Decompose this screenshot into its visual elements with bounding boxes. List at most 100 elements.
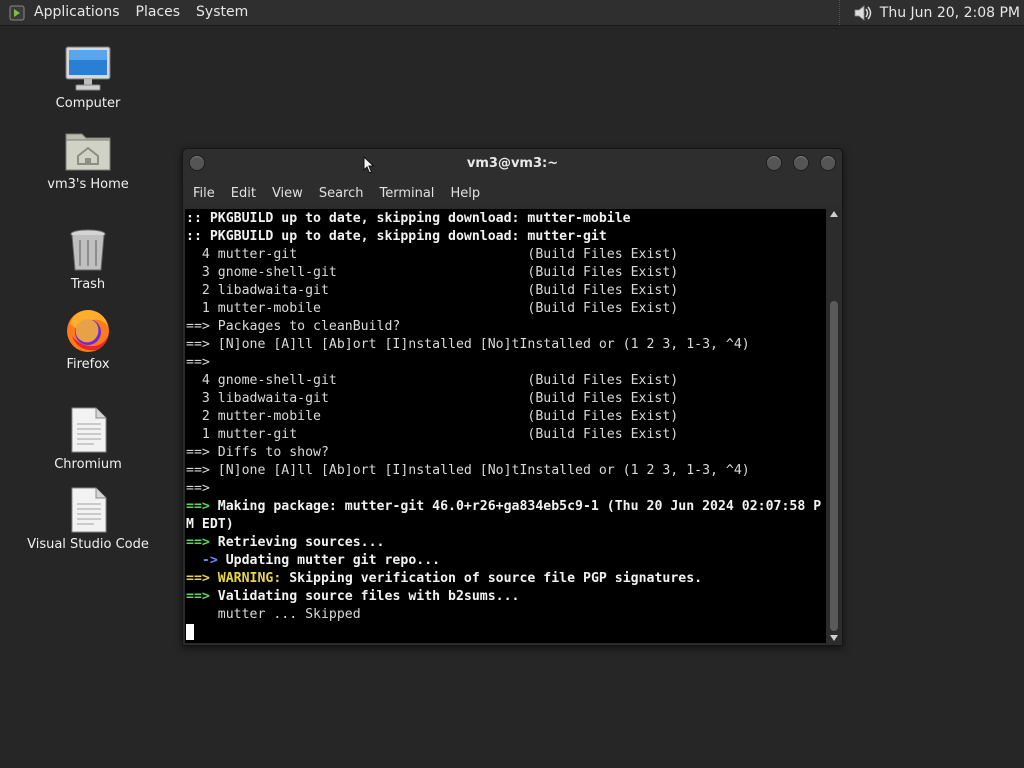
applications-menu[interactable]: Applications xyxy=(26,0,128,25)
minimize-icon[interactable] xyxy=(766,155,782,171)
terminal-line: 2 mutter-mobile (Build Files Exist) xyxy=(186,408,826,426)
desktop-icon-vscode[interactable]: Visual Studio Code xyxy=(18,486,158,552)
document-icon xyxy=(71,487,107,533)
desktop-icon-label: Trash xyxy=(70,277,106,292)
terminal-text-segment: Making package: mutter-git 46.0+r26+ga83… xyxy=(209,499,822,514)
terminal-text-segment: ==> xyxy=(186,571,210,586)
terminal-text-segment: ==> xyxy=(186,589,210,604)
terminal-line: 1 mutter-mobile (Build Files Exist) xyxy=(186,300,826,318)
terminal-text: :: PKGBUILD up to date, skipping downloa… xyxy=(185,209,826,642)
terminal-text-segment: 4 mutter-git (Build Files Exist) xyxy=(186,247,679,262)
terminal-text-segment: 2 libadwaita-git (Build Files Exist) xyxy=(186,283,679,298)
home-folder-icon xyxy=(65,133,111,171)
terminal-menubar: File Edit View Search Terminal Help xyxy=(183,179,842,207)
text-cursor xyxy=(186,624,194,640)
terminal-line: ==> Packages to cleanBuild? xyxy=(186,318,826,336)
terminal-text-segment: Updating mutter git repo... xyxy=(217,553,441,568)
terminal-line: 4 mutter-git (Build Files Exist) xyxy=(186,246,826,264)
terminal-text-segment: mutter ... Skipped xyxy=(186,607,361,622)
terminal-line: ==> [N]one [A]ll [Ab]ort [I]nstalled [No… xyxy=(186,336,826,354)
terminal-line: ==> Validating source files with b2sums.… xyxy=(186,588,826,606)
terminal-text-segment: :: PKGBUILD up to date, skipping downloa… xyxy=(186,211,631,226)
scroll-down-arrow-icon[interactable] xyxy=(830,635,838,641)
trash-icon xyxy=(70,229,106,271)
menu-search[interactable]: Search xyxy=(313,186,371,201)
menu-help[interactable]: Help xyxy=(444,186,487,201)
clock[interactable]: Thu Jun 20, 2:08 PM xyxy=(880,5,1020,21)
terminal-scrollbar[interactable] xyxy=(828,209,840,643)
terminal-text-segment: M EDT) xyxy=(186,517,234,532)
terminal-text-segment: Skipping verification of source file PGP… xyxy=(281,571,703,586)
window-title: vm3@vm3:~ xyxy=(466,156,559,171)
desktop-icon-firefox[interactable]: Firefox xyxy=(18,306,158,372)
desktop-icon-label: vm3's Home xyxy=(47,177,129,192)
scroll-up-arrow-icon[interactable] xyxy=(830,211,838,217)
terminal-text-segment: ==> xyxy=(186,355,210,370)
terminal-line: :: PKGBUILD up to date, skipping downloa… xyxy=(186,210,826,228)
terminal-line: ==> [N]one [A]ll [Ab]ort [I]nstalled [No… xyxy=(186,462,826,480)
volume-icon[interactable] xyxy=(852,2,874,24)
terminal-text-segment: ==> [N]one [A]ll [Ab]ort [I]nstalled [No… xyxy=(186,463,750,478)
menu-edit[interactable]: Edit xyxy=(225,186,263,201)
terminal-line: ==> xyxy=(186,354,826,372)
terminal-line: ==> Retrieving sources... xyxy=(186,534,826,552)
terminal-text-segment: -> xyxy=(186,553,218,568)
terminal-text-segment: ==> xyxy=(186,535,210,550)
desktop-icon-home[interactable]: vm3's Home xyxy=(18,126,158,192)
terminal-line: 1 mutter-git (Build Files Exist) xyxy=(186,426,826,444)
terminal-line: :: PKGBUILD up to date, skipping downloa… xyxy=(186,228,826,246)
terminal-line: 3 libadwaita-git (Build Files Exist) xyxy=(186,390,826,408)
desktop-icon-trash[interactable]: Trash xyxy=(18,226,158,292)
terminal-text-segment: 3 libadwaita-git (Build Files Exist) xyxy=(186,391,679,406)
desktop-icon-label: Firefox xyxy=(66,357,110,372)
top-panel: Applications Places System Thu Jun 20, 2… xyxy=(0,0,1024,26)
terminal-text-segment: Retrieving sources... xyxy=(209,535,385,550)
terminal-line: ==> xyxy=(186,480,826,498)
close-icon[interactable] xyxy=(820,155,836,171)
terminal-window: vm3@vm3:~ File Edit View Search Terminal… xyxy=(182,148,843,646)
mouse-pointer-icon xyxy=(363,156,375,174)
terminal-line: -> Updating mutter git repo... xyxy=(186,552,826,570)
terminal-output[interactable]: :: PKGBUILD up to date, skipping downloa… xyxy=(185,209,826,643)
window-titlebar[interactable]: vm3@vm3:~ xyxy=(183,149,842,179)
desktop-icon-label: Visual Studio Code xyxy=(27,537,149,552)
terminal-text-segment: 2 mutter-mobile (Build Files Exist) xyxy=(186,409,679,424)
terminal-text-segment: WARNING: xyxy=(209,571,282,586)
places-menu[interactable]: Places xyxy=(128,0,189,25)
menu-view[interactable]: View xyxy=(266,186,310,201)
panel-separator xyxy=(838,0,844,25)
terminal-text-segment: Validating source files with b2sums... xyxy=(209,589,520,604)
terminal-text-segment: 4 gnome-shell-git (Build Files Exist) xyxy=(186,373,679,388)
terminal-text-segment: ==> Packages to cleanBuild? xyxy=(186,319,401,334)
terminal-line: mutter ... Skipped xyxy=(186,606,826,624)
terminal-line: ==> WARNING: Skipping verification of so… xyxy=(186,570,826,588)
terminal-text-segment: ==> [N]one [A]ll [Ab]ort [I]nstalled [No… xyxy=(186,337,750,352)
terminal-line: M EDT) xyxy=(186,516,826,534)
terminal-prompt-line xyxy=(186,624,826,642)
terminal-text-segment: 1 mutter-git (Build Files Exist) xyxy=(186,427,679,442)
terminal-text-segment: 1 mutter-mobile (Build Files Exist) xyxy=(186,301,679,316)
menu-terminal[interactable]: Terminal xyxy=(373,186,441,201)
maximize-icon[interactable] xyxy=(793,155,809,171)
system-menu[interactable]: System xyxy=(188,0,256,25)
terminal-line: 4 gnome-shell-git (Build Files Exist) xyxy=(186,372,826,390)
terminal-text-segment: 3 gnome-shell-git (Build Files Exist) xyxy=(186,265,679,280)
menu-file[interactable]: File xyxy=(187,186,222,201)
document-icon xyxy=(71,407,107,453)
desktop-icon-label: Computer xyxy=(55,96,121,111)
terminal-line: ==> Diffs to show? xyxy=(186,444,826,462)
desktop-icon-chromium[interactable]: Chromium xyxy=(18,406,158,472)
desktop-icon-computer[interactable]: Computer xyxy=(18,45,158,111)
terminal-text-segment: :: PKGBUILD up to date, skipping downloa… xyxy=(186,229,607,244)
terminal-text-segment: ==> Diffs to show? xyxy=(186,445,329,460)
computer-icon xyxy=(65,46,111,91)
terminal-text-segment: ==> xyxy=(186,481,210,496)
terminal-line: 3 gnome-shell-git (Build Files Exist) xyxy=(186,264,826,282)
terminal-line: ==> Making package: mutter-git 46.0+r26+… xyxy=(186,498,826,516)
terminal-line: 2 libadwaita-git (Build Files Exist) xyxy=(186,282,826,300)
firefox-icon xyxy=(67,310,109,352)
desktop-icon-label: Chromium xyxy=(54,457,122,472)
terminal-text-segment: ==> xyxy=(186,499,210,514)
scrollbar-thumb[interactable] xyxy=(830,301,838,631)
applications-logo-icon[interactable] xyxy=(9,5,25,21)
